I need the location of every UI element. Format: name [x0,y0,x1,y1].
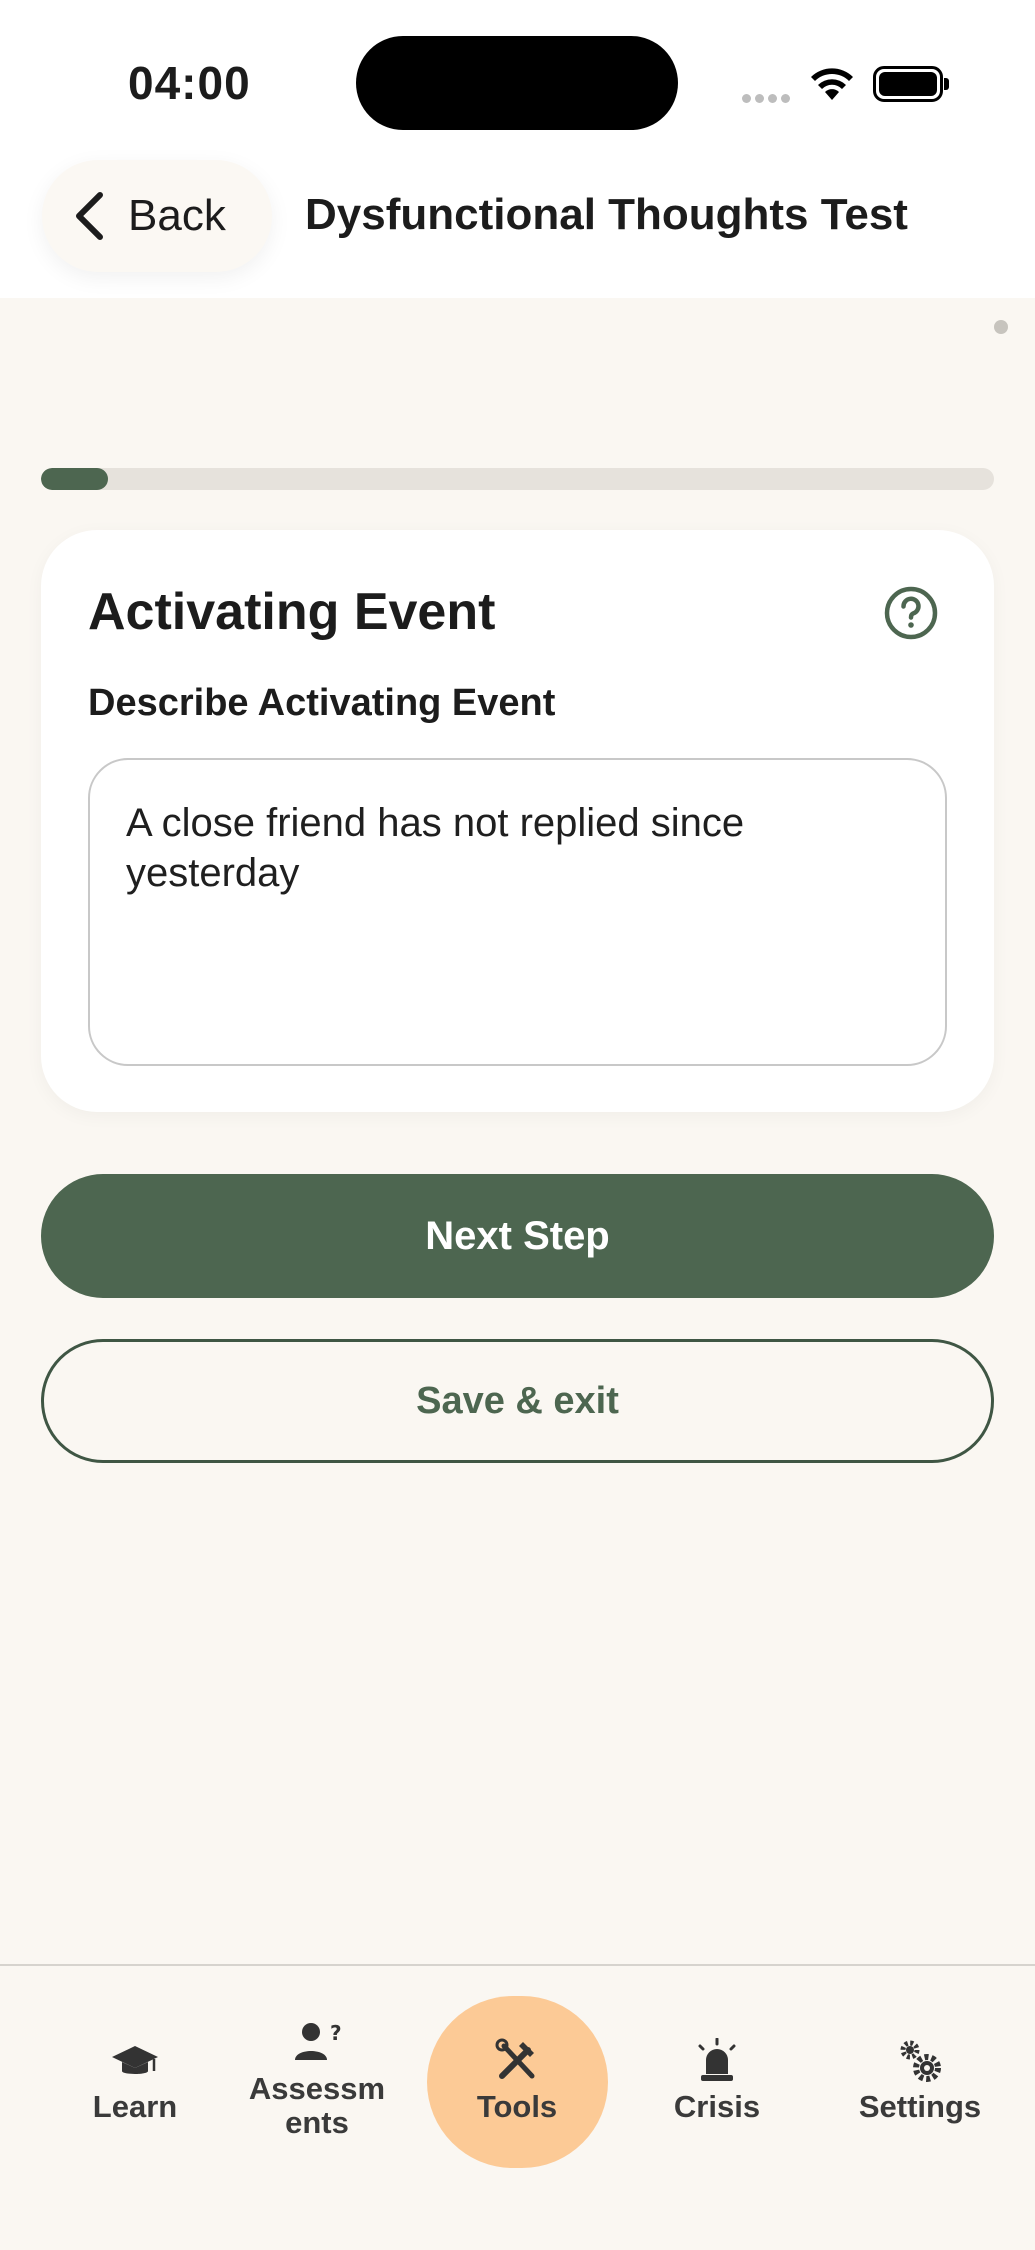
cellular-signal-icon [742,90,794,108]
tab-label: Learn [92,2089,178,2124]
field-label: Describe Activating Event [88,682,556,724]
svg-text:?: ? [330,2021,342,2045]
next-step-button[interactable]: Next Step [41,1174,994,1298]
scroll-indicator [994,320,1008,334]
siren-icon [698,2038,736,2081]
save-exit-button[interactable]: Save & exit [41,1339,994,1463]
tools-icon [495,2038,535,2079]
progress-bar [41,468,994,490]
tab-label: Tools [476,2089,558,2124]
tab-label: Assessm ents [248,2071,386,2140]
header-area: 04:00 Back Dysfunctional Thoughts Test [0,0,1035,298]
tab-bar: Learn ? Assessm ents Tools Crisis Settin… [0,1964,1035,2250]
tab-settings[interactable]: Settings [845,2038,995,2124]
question-circle-icon[interactable] [883,585,939,641]
gears-icon [900,2040,941,2082]
wifi-icon [811,68,853,100]
activating-event-input[interactable]: A close friend has not replied since yes… [88,758,947,1066]
card-title: Activating Event [88,583,496,641]
graduation-cap-icon [112,2046,158,2074]
screen: 04:00 Back Dysfunctional Thoughts Test A… [0,0,1035,2250]
back-label: Back [128,191,226,240]
tab-learn[interactable]: Learn [70,2038,200,2124]
status-time: 04:00 [128,57,251,109]
dynamic-island [356,36,678,130]
activating-event-card: Activating Event Describe Activating Eve… [41,530,994,1112]
chevron-left-icon [76,192,103,240]
progress-fill [41,468,108,490]
tab-tools[interactable]: Tools [452,2038,582,2124]
back-button[interactable]: Back [42,160,272,272]
tab-label: Settings [858,2089,982,2124]
tab-crisis[interactable]: Crisis [652,2038,782,2124]
tab-label: Crisis [673,2089,761,2124]
battery-icon [873,66,949,102]
page-title: Dysfunctional Thoughts Test [305,190,908,239]
person-question-icon: ? [295,2021,342,2060]
tab-assessments[interactable]: ? Assessm ents [232,2020,402,2140]
